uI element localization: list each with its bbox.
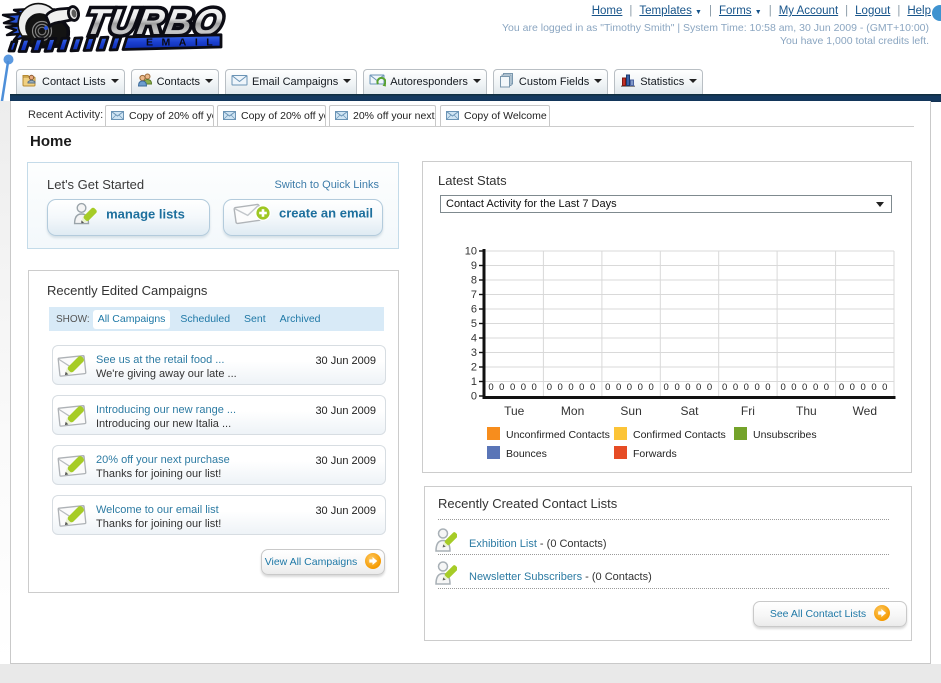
svg-text:0: 0 <box>674 382 679 393</box>
svg-text:Sun: Sun <box>620 404 641 418</box>
svg-text:0: 0 <box>521 382 526 393</box>
svg-text:0: 0 <box>707 382 712 393</box>
svg-text:Mon: Mon <box>561 404 584 418</box>
svg-text:0: 0 <box>488 382 493 393</box>
svg-text:0: 0 <box>638 382 643 393</box>
svg-text:3: 3 <box>471 347 477 359</box>
svg-text:0: 0 <box>605 382 610 393</box>
svg-text:0: 0 <box>754 382 759 393</box>
svg-text:6: 6 <box>471 304 477 316</box>
svg-text:2: 2 <box>471 362 477 374</box>
svg-text:0: 0 <box>824 382 829 393</box>
svg-text:8: 8 <box>471 275 477 287</box>
svg-text:4: 4 <box>471 333 477 345</box>
svg-text:0: 0 <box>696 382 701 393</box>
svg-text:5: 5 <box>471 318 477 330</box>
svg-text:0: 0 <box>471 391 477 403</box>
svg-text:0: 0 <box>579 382 584 393</box>
svg-text:0: 0 <box>590 382 595 393</box>
svg-text:0: 0 <box>791 382 796 393</box>
svg-text:0: 0 <box>722 382 727 393</box>
svg-text:0: 0 <box>627 382 632 393</box>
svg-text:0: 0 <box>532 382 537 393</box>
svg-text:0: 0 <box>568 382 573 393</box>
svg-text:0: 0 <box>685 382 690 393</box>
svg-text:Sat: Sat <box>680 404 699 418</box>
svg-text:1: 1 <box>471 376 477 388</box>
svg-text:0: 0 <box>648 382 653 393</box>
svg-text:7: 7 <box>471 289 477 301</box>
svg-text:Tue: Tue <box>504 404 525 418</box>
svg-text:Fri: Fri <box>741 404 755 418</box>
svg-text:0: 0 <box>733 382 738 393</box>
svg-text:0: 0 <box>765 382 770 393</box>
svg-text:0: 0 <box>744 382 749 393</box>
svg-text:0: 0 <box>850 382 855 393</box>
svg-text:0: 0 <box>664 382 669 393</box>
svg-text:0: 0 <box>813 382 818 393</box>
svg-text:0: 0 <box>780 382 785 393</box>
svg-text:0: 0 <box>558 382 563 393</box>
svg-text:0: 0 <box>616 382 621 393</box>
svg-text:Thu: Thu <box>796 404 817 418</box>
svg-text:10: 10 <box>465 246 477 258</box>
svg-text:EMAIL: EMAIL <box>146 37 221 49</box>
svg-text:0: 0 <box>802 382 807 393</box>
svg-text:9: 9 <box>471 260 477 272</box>
svg-text:0: 0 <box>499 382 504 393</box>
svg-text:0: 0 <box>839 382 844 393</box>
svg-text:Wed: Wed <box>853 404 877 418</box>
svg-text:0: 0 <box>510 382 515 393</box>
svg-text:0: 0 <box>882 382 887 393</box>
svg-text:0: 0 <box>861 382 866 393</box>
svg-text:0: 0 <box>871 382 876 393</box>
svg-text:0: 0 <box>547 382 552 393</box>
